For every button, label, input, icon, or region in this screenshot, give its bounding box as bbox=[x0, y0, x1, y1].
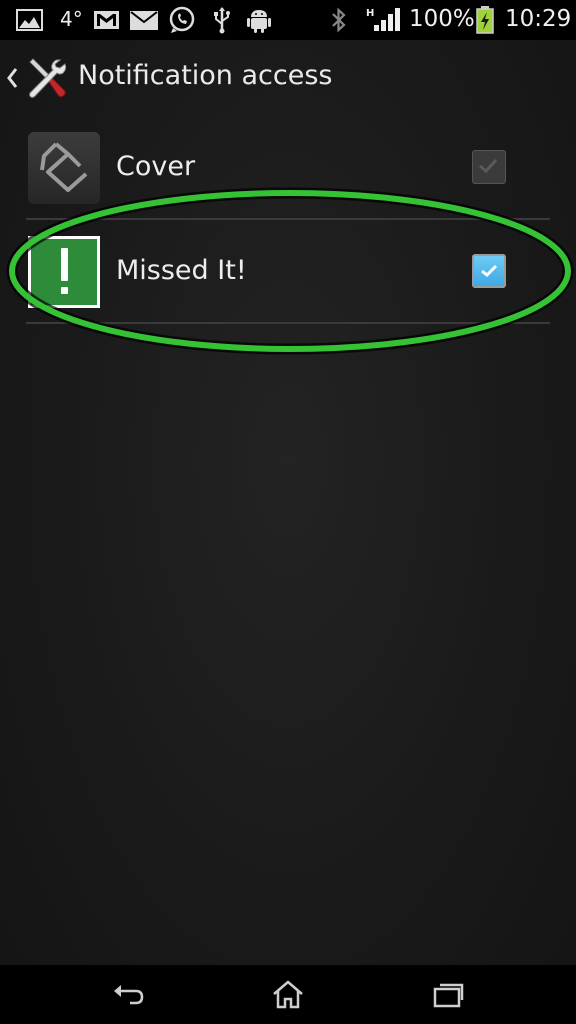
home-icon[interactable] bbox=[271, 979, 305, 1011]
status-bar: 4° H 100% 10:29 bbox=[0, 0, 576, 40]
check-icon bbox=[479, 158, 498, 174]
gmail-icon bbox=[94, 11, 119, 29]
up-arrow-icon[interactable] bbox=[6, 66, 18, 90]
clock: 10:29 bbox=[505, 6, 572, 32]
bluetooth-icon bbox=[332, 7, 346, 33]
action-bar[interactable]: Notification access bbox=[0, 40, 576, 120]
cover-checkbox[interactable] bbox=[472, 150, 506, 184]
settings-tools-icon bbox=[29, 58, 67, 98]
whatsapp-icon bbox=[169, 6, 195, 33]
signal-icon: H bbox=[366, 8, 400, 31]
battery-charging-icon bbox=[476, 6, 494, 34]
android-debug-icon bbox=[247, 10, 271, 33]
gallery-icon bbox=[16, 9, 43, 31]
notification-access-screen: 4° H 100% 10:29 Notification access Cove… bbox=[0, 0, 576, 1024]
navigation-bar bbox=[0, 965, 576, 1024]
network-type: H bbox=[366, 8, 374, 19]
back-icon[interactable] bbox=[112, 979, 146, 1011]
usb-icon bbox=[214, 7, 230, 34]
weather-temperature: 4° bbox=[60, 7, 83, 31]
recent-apps-icon[interactable] bbox=[432, 979, 464, 1011]
screen-title: Notification access bbox=[78, 60, 333, 91]
battery-percentage: 100% bbox=[409, 6, 475, 32]
highlight-annotation bbox=[6, 187, 574, 355]
email-icon bbox=[130, 11, 158, 30]
list-item-label: Cover bbox=[116, 151, 196, 182]
